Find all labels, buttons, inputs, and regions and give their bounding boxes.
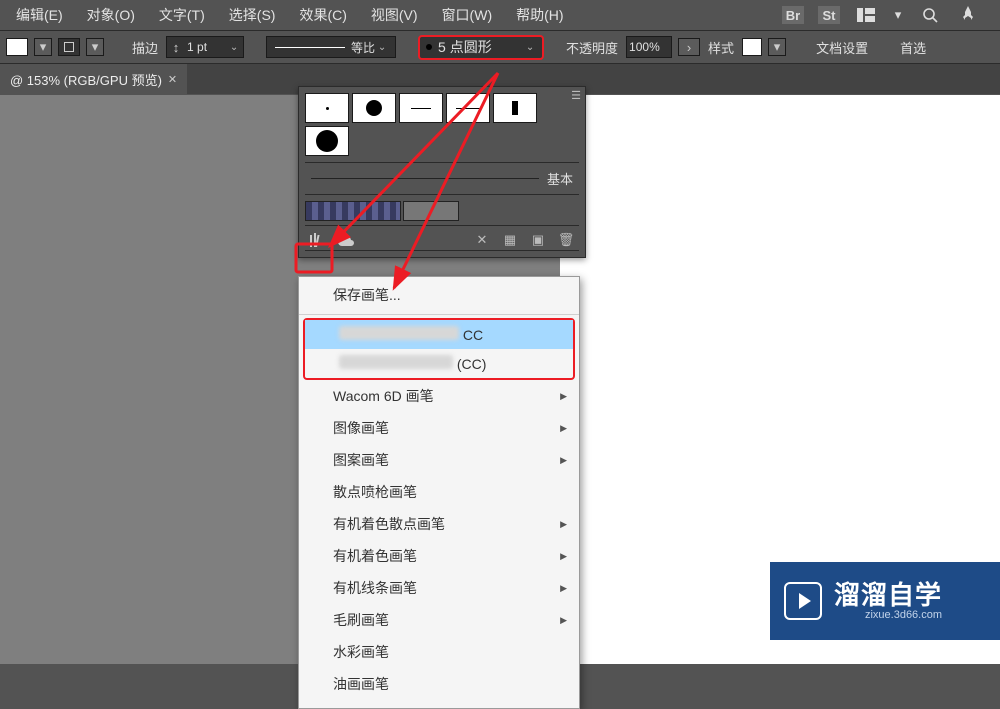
workspace-icon[interactable] [854, 5, 878, 25]
stroke-weight-field[interactable] [185, 40, 225, 54]
brush-definition-field[interactable] [438, 39, 522, 55]
brush-preset[interactable] [305, 93, 349, 123]
style-swatch[interactable] [742, 38, 762, 56]
menu-view[interactable]: 视图(V) [359, 1, 430, 29]
brushes-panel: ☰ 基本 ✕ ▦ ▣ 🗑 [298, 86, 586, 258]
menu-organic-color[interactable]: 有机着色画笔 [299, 540, 579, 572]
rocket-icon[interactable] [956, 5, 980, 25]
chevron-down-icon[interactable]: ⌄ [225, 42, 243, 53]
remove-stroke-icon[interactable]: ✕ [473, 232, 491, 248]
stroke-weight-input[interactable]: ↕ ⌄ [166, 36, 244, 58]
search-icon[interactable] [918, 5, 942, 25]
style-dropdown[interactable]: ▾ [768, 38, 786, 56]
menu-watercolor[interactable]: 水彩画笔 [299, 636, 579, 668]
basic-stroke-preview [311, 178, 539, 179]
document-tab-label: @ 153% (RGB/GPU 预览) [10, 70, 162, 89]
libraries-cloud-icon[interactable] [337, 232, 355, 248]
opacity-slider-toggle[interactable]: › [678, 38, 700, 56]
preferences-button[interactable]: 首选 [900, 38, 926, 57]
stock-icon[interactable]: St [818, 6, 840, 24]
panel-menu-icon[interactable]: ☰ [571, 89, 581, 102]
menu-pattern-brush[interactable]: 图案画笔 [299, 444, 579, 476]
menu-window[interactable]: 窗口(W) [430, 1, 505, 29]
menu-bristle-brush[interactable]: 毛刷画笔 [299, 604, 579, 636]
opacity-label: 不透明度 [566, 38, 618, 57]
menu-image-brush[interactable]: 图像画笔 [299, 412, 579, 444]
menu-object[interactable]: 对象(O) [75, 1, 147, 29]
menu-help[interactable]: 帮助(H) [504, 1, 575, 29]
brush-library-menu: 保存画笔... CC (CC) Wacom 6D 画笔 图像画笔 图案画笔 散点… [298, 276, 580, 709]
menu-type[interactable]: 文字(T) [147, 1, 217, 29]
menu-scatter-spray[interactable]: 散点喷枪画笔 [299, 476, 579, 508]
menu-organic-scatter[interactable]: 有机着色散点画笔 [299, 508, 579, 540]
bridge-icon[interactable]: Br [782, 6, 804, 24]
pattern-brush-preview[interactable] [305, 201, 401, 221]
brush-preset[interactable] [493, 93, 537, 123]
trash-icon[interactable]: 🗑 [557, 232, 575, 248]
style-label: 样式 [708, 38, 734, 57]
fill-swatch[interactable] [6, 38, 28, 56]
chevron-down-icon[interactable]: ⌄ [522, 42, 538, 53]
menu-wacom-6d[interactable]: Wacom 6D 画笔 [299, 380, 579, 412]
options-bar: ▾ ▾ 描边 ↕ ⌄ 等比 ⌄ ⌄ 不透明度 › 样式 ▾ 文档设置 首选 [0, 30, 1000, 64]
watermark-url: zixue.3d66.com [865, 609, 942, 621]
fill-dropdown[interactable]: ▾ [34, 38, 52, 56]
brush-preset[interactable] [305, 126, 349, 156]
close-icon[interactable]: ✕ [168, 73, 177, 86]
menu-effect[interactable]: 效果(C) [287, 1, 358, 29]
basic-brush-label[interactable]: 基本 [547, 169, 573, 188]
watermark-title: 溜溜自学 [834, 581, 942, 610]
brush-preview-dot [426, 44, 432, 50]
brushes-library-icon[interactable] [309, 232, 327, 248]
play-icon [784, 582, 822, 620]
brush-preset[interactable] [352, 93, 396, 123]
menu-cc-library-2[interactable]: (CC) [305, 349, 573, 378]
stroke-dropdown[interactable]: ▾ [86, 38, 104, 56]
pattern-brush-preview[interactable] [403, 201, 459, 221]
brush-definition-combo[interactable]: ⌄ [418, 35, 544, 60]
opacity-field[interactable] [627, 40, 671, 54]
brush-preset[interactable] [446, 93, 490, 123]
chevron-down-icon[interactable]: ⌄ [373, 42, 391, 53]
link-icon: ↕ [167, 40, 185, 55]
width-profile-combo[interactable]: 等比 ⌄ [266, 36, 396, 58]
menu-save-brush[interactable]: 保存画笔... [299, 279, 579, 311]
stroke-label: 描边 [132, 38, 158, 57]
menu-edit[interactable]: 编辑(E) [4, 1, 75, 29]
menu-bar: 编辑(E) 对象(O) 文字(T) 选择(S) 效果(C) 视图(V) 窗口(W… [0, 0, 1000, 30]
menu-organic-line[interactable]: 有机线条画笔 [299, 572, 579, 604]
stroke-swatch[interactable] [58, 38, 80, 56]
new-brush-icon[interactable]: ▣ [529, 232, 547, 248]
brush-preset[interactable] [399, 93, 443, 123]
document-tab[interactable]: @ 153% (RGB/GPU 预览) ✕ [0, 64, 187, 95]
opacity-input[interactable] [626, 36, 672, 58]
document-setup-button[interactable]: 文档设置 [816, 38, 868, 57]
width-profile-label: 等比 [351, 39, 375, 56]
chevron-down-icon[interactable]: ▾ [892, 5, 904, 25]
watermark: 溜溜自学 zixue.3d66.com [770, 562, 1000, 640]
menu-oil-brush[interactable]: 油画画笔 [299, 668, 579, 700]
menu-select[interactable]: 选择(S) [217, 1, 288, 29]
options-icon[interactable]: ▦ [501, 232, 519, 248]
menu-cc-library-1[interactable]: CC [305, 320, 573, 349]
